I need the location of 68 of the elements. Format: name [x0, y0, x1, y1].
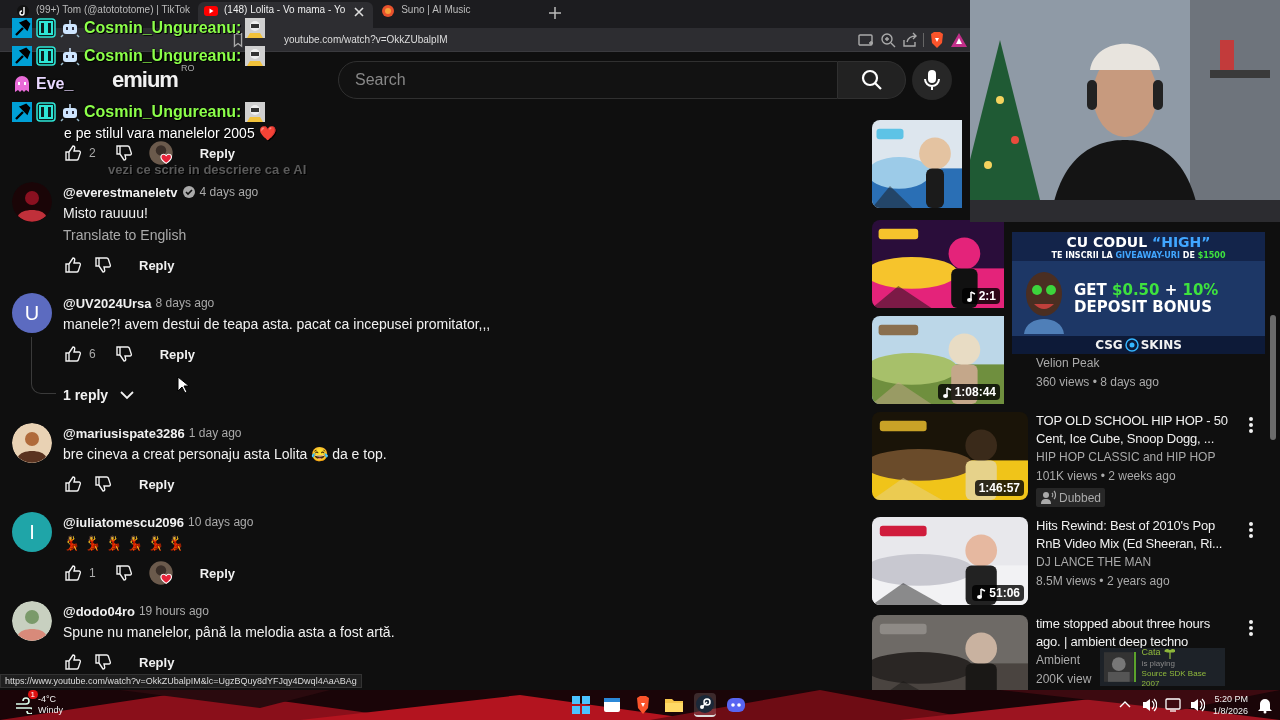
comment-time[interactable]: 1 day ago	[188, 426, 242, 440]
comment-text: Spune nu manelelor, până la melodia asta a fost artă.	[63, 623, 395, 642]
friend-status: is playing	[1141, 659, 1176, 669]
logo-text[interactable]: emium	[112, 67, 178, 93]
comment-author[interactable]: @everestmaneletv	[63, 184, 178, 200]
reply-button[interactable]: Reply	[185, 559, 250, 587]
reply-button[interactable]: Reply	[145, 340, 210, 368]
video-title[interactable]: TOP OLD SCHOOL HIP HOP - 50 Cent, Ice Cube, Snoop Dogg, ...	[1036, 412, 1234, 448]
search-field[interactable]: Search	[338, 61, 838, 99]
comment-time[interactable]: 8 days ago	[155, 296, 215, 310]
video-stats: 101K views • 2 weeks ago	[1036, 468, 1176, 485]
chat-username: Eve_	[36, 75, 74, 93]
like-count: 6	[89, 347, 96, 361]
comment-author[interactable]: @mariusispate3286	[63, 425, 185, 441]
duration-label: 2:1	[961, 288, 1000, 304]
notification-toast[interactable]: Cata is playing Source SDK Base 2007	[1100, 648, 1225, 686]
chat-message: e pe stilul vara manelelor 2005 ❤	[64, 125, 277, 141]
url-field[interactable]: youtube.com/watch?v=OkkZUbalpIM	[284, 34, 448, 45]
video-stats: 360 views • 8 days ago	[1036, 374, 1159, 391]
ad-text: DEPOSIT BONUS	[1074, 298, 1213, 316]
avatar[interactable]: U	[12, 293, 52, 333]
brand-text: CSG	[1095, 338, 1123, 352]
comment-time[interactable]: 4 days ago	[199, 185, 259, 199]
weather-condition[interactable]: Windy	[38, 705, 63, 716]
comment-text: Misto rauuuu!	[63, 204, 148, 223]
channel-name[interactable]: Velion Peak	[1036, 354, 1100, 373]
ad-text: CU CODUL “HIGH”	[1066, 234, 1211, 250]
comment-author[interactable]: @UV2024Ursa	[63, 295, 152, 311]
video-title[interactable]: Hits Rewind: Best of 2010's Pop RnB Video Mix (Ed Sheeran, Ri...	[1036, 517, 1234, 553]
dubbed-badge: Dubbed	[1036, 488, 1106, 507]
notification-badge: 1	[27, 690, 38, 699]
channel-name[interactable]: DJ LANCE THE MAN	[1036, 553, 1152, 572]
reply-button[interactable]: Reply	[125, 648, 189, 676]
link-preview: https://www.youtube.com/watch?v=OkkZUbalpIM&lc=UgzBQuy8dYFJqy4Dwql4AaABAg	[0, 674, 362, 688]
game-name: Source SDK Base 2007	[1141, 669, 1208, 689]
temperature[interactable]: -4°C	[38, 694, 63, 705]
clock[interactable]: 5:20 PM 1/8/2026	[1212, 693, 1248, 717]
duration-label: 51:06	[972, 585, 1024, 601]
ad-text: GET $0.50 + 10%	[1074, 281, 1219, 299]
ad-text: TE INSCRII LA GIVEAWAY-URI DE $1500	[1051, 250, 1226, 261]
channel-name[interactable]: HIP HOP CLASSIC and HIP HOP	[1036, 448, 1216, 467]
comment-author[interactable]: @iuliatomescu2096	[63, 514, 185, 530]
like-count: 2	[89, 146, 96, 160]
browser-tab[interactable]: Suno | AI Music	[375, 2, 536, 17]
reply-button[interactable]: Reply	[125, 251, 189, 279]
browser-tab[interactable]: (99+) Tom (@atotototome) | TikTok	[10, 2, 196, 17]
replies-button[interactable]: 1 reply	[63, 378, 137, 412]
like-count: 1	[89, 566, 96, 580]
comment-author[interactable]: @dodo04ro	[63, 603, 135, 619]
chat-message: vezi ce scrie in descriere ca e AI	[108, 162, 307, 178]
country-code: RO	[180, 63, 195, 73]
brand-subtext: SKINS	[1140, 338, 1182, 352]
comment-time[interactable]: 10 days ago	[188, 515, 254, 529]
reply-button[interactable]: Reply	[125, 470, 189, 498]
duration-label: 1:08:44	[937, 384, 1000, 400]
chat-username: Cosmin_Ungureanu:	[84, 103, 242, 121]
comment-time[interactable]: 19 hours ago	[138, 604, 209, 618]
translate-link[interactable]: Translate to English	[63, 224, 187, 246]
video-stats: 200K view	[1036, 671, 1092, 688]
ad-banner[interactable]: CU CODUL “HIGH” TE INSCRII LA GIVEAWAY-URI DE $1500 GET $0.50 + 10% DEPOSIT BONUS CSG SKINS	[1012, 232, 1265, 354]
duration-label: 1:46:57	[974, 480, 1024, 496]
comment-text: bre cineva a creat personaju asta Lolita 😂 da e top.	[63, 445, 387, 464]
channel-name[interactable]: Ambient	[1036, 651, 1081, 670]
video-stats: 8.5M views • 2 years ago	[1036, 573, 1170, 590]
friend-name: Cata	[1141, 647, 1161, 657]
chat-username: Cosmin_Ungureanu:	[84, 47, 242, 65]
comment-text: manele?! avem destui de teapa asta. pacat ca incepusei promitator,,,	[63, 315, 491, 334]
comment-text: 💃 💃 💃 💃 💃 💃	[63, 534, 185, 553]
